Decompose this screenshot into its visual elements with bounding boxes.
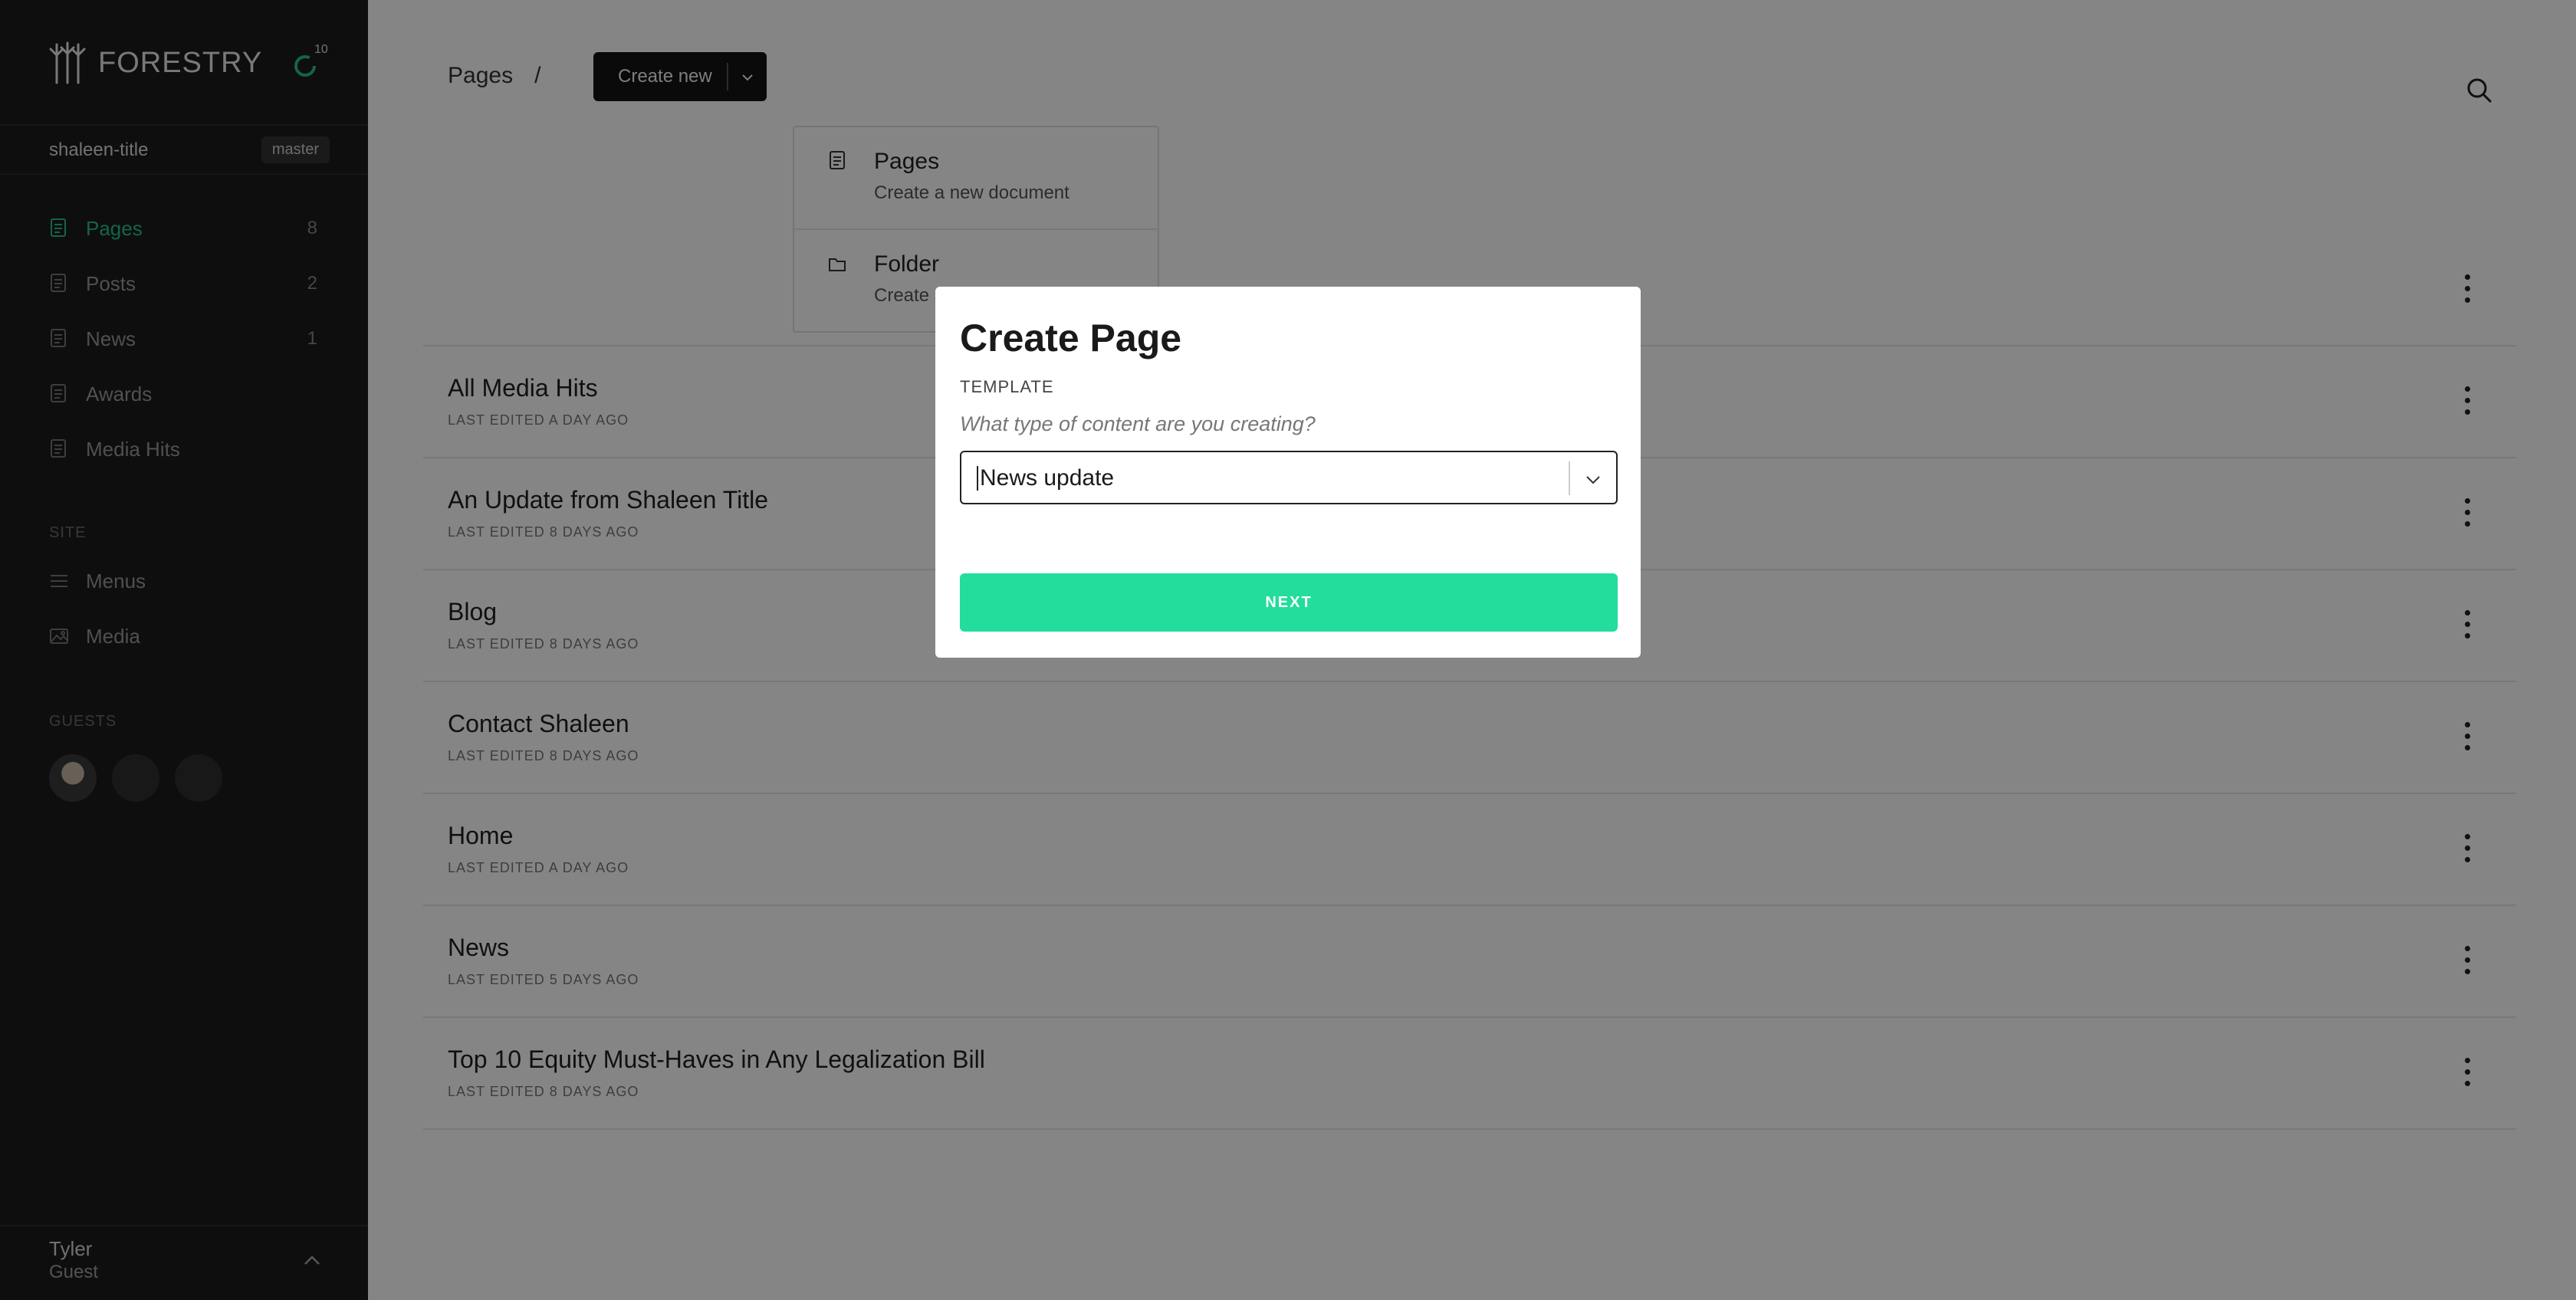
next-button[interactable]: NEXT [960,573,1618,632]
modal-title: Create Page [960,317,1182,359]
chevron-down-icon[interactable] [1582,469,1604,491]
template-field-label: TEMPLATE [960,377,1054,396]
template-field-hint: What type of content are you creating? [960,412,1316,435]
template-select-value: News update [977,466,1114,491]
create-page-modal: Create Page TEMPLATE What type of conten… [935,287,1641,658]
template-select[interactable]: News update [960,451,1618,504]
select-divider [1569,461,1570,495]
